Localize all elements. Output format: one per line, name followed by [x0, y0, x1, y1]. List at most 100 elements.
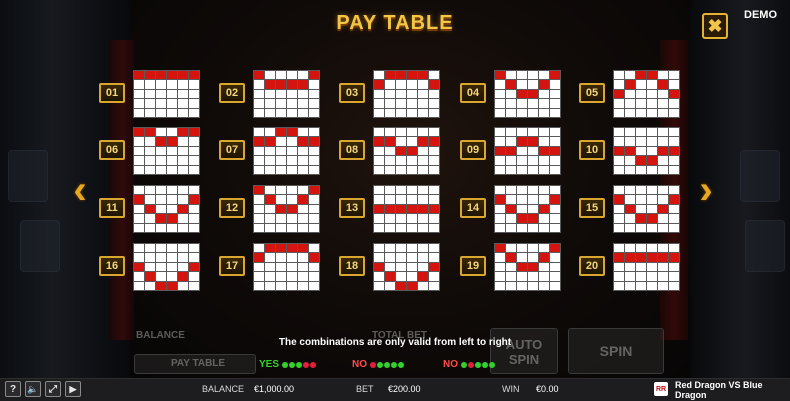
legend-dot-icon	[282, 361, 289, 368]
payline-cell-active	[156, 71, 166, 80]
payline-cell	[539, 89, 549, 99]
payline-cell	[550, 99, 560, 108]
next-page-button[interactable]: ›	[694, 170, 718, 210]
payline-cell	[134, 108, 144, 117]
payline-cell-active	[539, 80, 549, 89]
payline-cell-active	[636, 71, 646, 80]
payline-cell	[625, 165, 635, 174]
payline-pattern-grid	[133, 70, 200, 118]
payline-cell	[506, 99, 516, 108]
payline-cell	[156, 80, 166, 89]
payline-cell	[298, 262, 308, 272]
payline-cell	[517, 244, 527, 253]
payline-cell	[495, 214, 505, 223]
payline-cell	[506, 223, 516, 232]
payline-cell	[167, 108, 177, 117]
payline-cell	[614, 281, 624, 290]
payline-cell	[550, 281, 560, 290]
payline-cell	[276, 195, 286, 204]
help-button[interactable]: ?	[5, 381, 21, 397]
payline-cell	[647, 108, 657, 117]
legend-dot-icon	[475, 361, 481, 368]
payline-cell	[145, 253, 155, 262]
payline-cell	[495, 272, 505, 281]
payline-cell	[145, 146, 155, 156]
payline-cell-active	[309, 186, 319, 195]
payline-cell	[625, 108, 635, 117]
payline-number-badge: 19	[460, 256, 486, 276]
payline-cell	[298, 108, 308, 117]
payline-cell	[254, 108, 264, 117]
payline-cell	[178, 146, 188, 156]
payline-cell-active	[647, 214, 657, 223]
payline-cell	[178, 244, 188, 253]
payline-cell	[298, 214, 308, 223]
payline-cell	[167, 146, 177, 156]
payline-cell	[167, 223, 177, 232]
fullscreen-button[interactable]: ⤢	[45, 381, 61, 397]
payline-cell	[517, 99, 527, 108]
underlay-paytable-button: PAY TABLE	[134, 354, 256, 374]
payline-cell	[145, 281, 155, 290]
payline-cell	[189, 156, 199, 165]
payline-cell	[625, 244, 635, 253]
payline-cell	[418, 262, 428, 272]
payline-cell	[374, 165, 384, 174]
payline-cell-active	[134, 262, 144, 272]
payline-cell	[189, 108, 199, 117]
payline-cell	[396, 108, 406, 117]
payline-cell-active	[669, 195, 679, 204]
payline-cell	[528, 156, 538, 165]
payline-cell	[276, 137, 286, 146]
sound-button[interactable]: 🔈	[25, 381, 41, 397]
payline-cell	[658, 108, 668, 117]
payline-cell-active	[528, 137, 538, 146]
payline-cell	[134, 272, 144, 281]
previous-page-button[interactable]: ‹	[68, 170, 92, 210]
payline-cell	[287, 262, 297, 272]
payline-cell-active	[528, 89, 538, 99]
payline-number-badge: 08	[339, 140, 365, 160]
payline-cell	[276, 71, 286, 80]
payline-cell	[625, 272, 635, 281]
payline-cell	[189, 204, 199, 214]
payline-cell	[265, 281, 275, 290]
payline-cell-active	[429, 262, 439, 272]
close-button[interactable]: ✖	[702, 13, 728, 39]
payline-cell	[495, 128, 505, 137]
payline-cell	[287, 281, 297, 290]
payline-cell	[506, 89, 516, 99]
payline-cell	[506, 195, 516, 204]
payline-cell-active	[385, 71, 395, 80]
payline-cell-active	[669, 89, 679, 99]
payline-cell	[669, 80, 679, 89]
payline-cell	[528, 71, 538, 80]
payline-cell-active	[134, 195, 144, 204]
payline-cell-active	[385, 272, 395, 281]
payline-cell	[374, 223, 384, 232]
payline-cell-active	[298, 244, 308, 253]
payline-cell	[625, 186, 635, 195]
demo-label: DEMO	[744, 9, 777, 21]
payline-cell	[614, 204, 624, 214]
payline-cell	[550, 128, 560, 137]
payline-number-badge: 05	[579, 83, 605, 103]
payline-cell-active	[189, 262, 199, 272]
payline-cell	[254, 244, 264, 253]
payline-cell-active	[418, 137, 428, 146]
autoplay-button[interactable]: ▶	[65, 381, 81, 397]
payline-cell	[254, 223, 264, 232]
payline-cell	[528, 165, 538, 174]
payline-cell	[636, 262, 646, 272]
payline-cell	[614, 262, 624, 272]
payline-cell	[495, 165, 505, 174]
payline-cell	[669, 99, 679, 108]
payline-cell	[287, 89, 297, 99]
win-value: €0.00	[536, 384, 559, 394]
payline-cell-active	[309, 71, 319, 80]
payline-cell	[407, 80, 417, 89]
payline-cell	[517, 186, 527, 195]
payline-cell	[178, 262, 188, 272]
payline-cell	[658, 244, 668, 253]
payline-cell-active	[189, 71, 199, 80]
